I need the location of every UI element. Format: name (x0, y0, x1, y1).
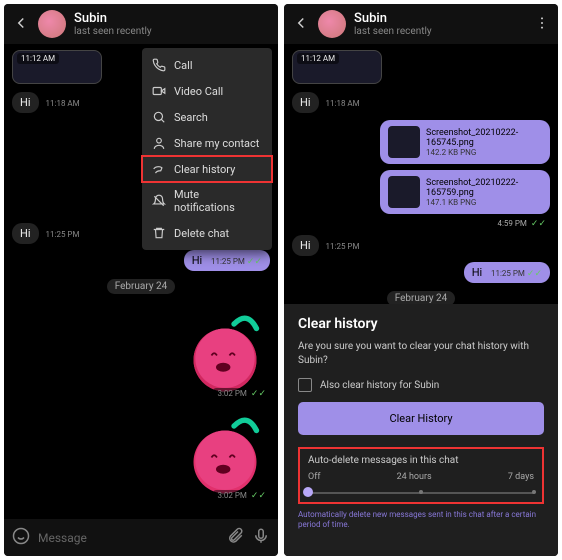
menu-mute[interactable]: Mute notifications (142, 182, 272, 220)
header-text[interactable]: Subin last seen recently (354, 11, 526, 37)
file-message[interactable]: Screenshot_20210222-165745.png 142.2 KB … (380, 120, 550, 164)
contact-status: last seen recently (354, 26, 526, 37)
file-name: Screenshot_20210222-165759.png (426, 178, 542, 198)
attach-icon[interactable] (226, 527, 244, 548)
input-bar: Message (4, 519, 278, 556)
sticker-message[interactable]: 3:02 PM ✓✓ (180, 408, 270, 498)
sticker-message[interactable]: 3:02 PM ✓✓ (180, 306, 270, 396)
dialog-text: Are you sure you want to clear your chat… (298, 340, 544, 368)
checkbox-icon[interactable] (298, 378, 312, 392)
options-menu: Call Video Call Search Share my contact … (142, 48, 272, 250)
message-in: Hi 11:25 PM (292, 233, 550, 258)
avatar[interactable] (38, 10, 66, 38)
message-text[interactable]: Hi (292, 92, 319, 113)
file-name: Screenshot_20210222-165745.png (426, 128, 542, 148)
message-time: 11:18 AM (46, 99, 80, 108)
message-text[interactable]: Hi (12, 223, 39, 244)
auto-delete-section: Auto-delete messages in this chat Off 24… (298, 447, 544, 504)
file-thumbnail (388, 126, 420, 158)
menu-clear-history[interactable]: Clear history (142, 156, 272, 182)
message-time: 11:18 AM (326, 99, 360, 108)
message-text[interactable]: Hi 11:25 PM✓✓ (184, 250, 270, 271)
message-text[interactable]: Hi (292, 235, 319, 256)
message-time: 11:25 PM (46, 230, 80, 239)
contact-status: last seen recently (74, 26, 270, 37)
menu-call[interactable]: Call (142, 52, 272, 78)
clear-history-dialog: Clear history Are you sure you want to c… (284, 304, 558, 556)
slider-label-24h: 24 hours (397, 472, 432, 482)
mic-icon[interactable] (252, 527, 270, 548)
media-time: 11:12 AM (297, 53, 339, 64)
chat-header: Subin last seen recently (4, 4, 278, 44)
phone-left: Subin last seen recently 11:12 AM Hi 11:… (4, 4, 278, 556)
contact-name: Subin (74, 11, 270, 26)
menu-delete-chat[interactable]: Delete chat (142, 220, 272, 246)
auto-delete-title: Auto-delete messages in this chat (308, 455, 534, 466)
media-time: 11:12 AM (17, 53, 59, 64)
back-icon[interactable] (292, 14, 310, 35)
slider-label-off: Off (308, 472, 320, 482)
more-icon[interactable] (534, 15, 550, 34)
phone-right: Subin last seen recently 11:12 AM Hi 11:… (284, 4, 558, 556)
contact-name: Subin (354, 11, 526, 26)
file-size: 142.2 KB PNG (426, 148, 542, 157)
files-time: 4:59 PM ✓✓ (497, 219, 546, 229)
slider-label-7d: 7 days (508, 472, 534, 482)
menu-video-call[interactable]: Video Call (142, 78, 272, 104)
checkbox-label: Also clear history for Subin (320, 380, 439, 391)
menu-search[interactable]: Search (142, 104, 272, 130)
media-message[interactable]: 11:12 AM (12, 50, 102, 84)
dialog-title: Clear history (298, 316, 544, 332)
read-check-icon: ✓✓ (247, 257, 262, 267)
read-check-icon: ✓✓ (527, 269, 542, 279)
chat-body: 11:12 AM Hi 11:18 AM Hi 11:25 PM Hi 11:2… (4, 44, 278, 519)
auto-delete-desc: Automatically delete new messages sent i… (298, 510, 544, 531)
slider-labels: Off 24 hours 7 days (308, 472, 534, 482)
message-in: Hi 11:18 AM (292, 86, 550, 115)
message-time: 11:25 PM (326, 242, 360, 251)
media-message[interactable]: 11:12 AM (292, 50, 382, 84)
message-input[interactable]: Message (38, 531, 218, 545)
slider-handle[interactable] (303, 487, 313, 497)
file-size: 147.1 KB PNG (426, 198, 542, 207)
sticker-time: 3:02 PM ✓✓ (213, 388, 270, 400)
also-clear-checkbox-row[interactable]: Also clear history for Subin (298, 378, 544, 392)
file-message[interactable]: Screenshot_20210222-165759.png 147.1 KB … (380, 170, 550, 214)
avatar[interactable] (318, 10, 346, 38)
clear-history-button[interactable]: Clear History (298, 402, 544, 435)
message-text[interactable]: Hi (12, 92, 39, 113)
chat-header: Subin last seen recently (284, 4, 558, 44)
date-separator: February 24 (107, 279, 176, 294)
auto-delete-slider[interactable] (308, 486, 534, 498)
header-text[interactable]: Subin last seen recently (74, 11, 270, 37)
file-thumbnail (388, 176, 420, 208)
sticker-time: 3:02 PM ✓✓ (213, 490, 270, 502)
back-icon[interactable] (12, 14, 30, 35)
menu-share-contact[interactable]: Share my contact (142, 130, 272, 156)
emoji-icon[interactable] (12, 527, 30, 548)
message-text[interactable]: Hi 11:25 PM✓✓ (464, 262, 550, 283)
